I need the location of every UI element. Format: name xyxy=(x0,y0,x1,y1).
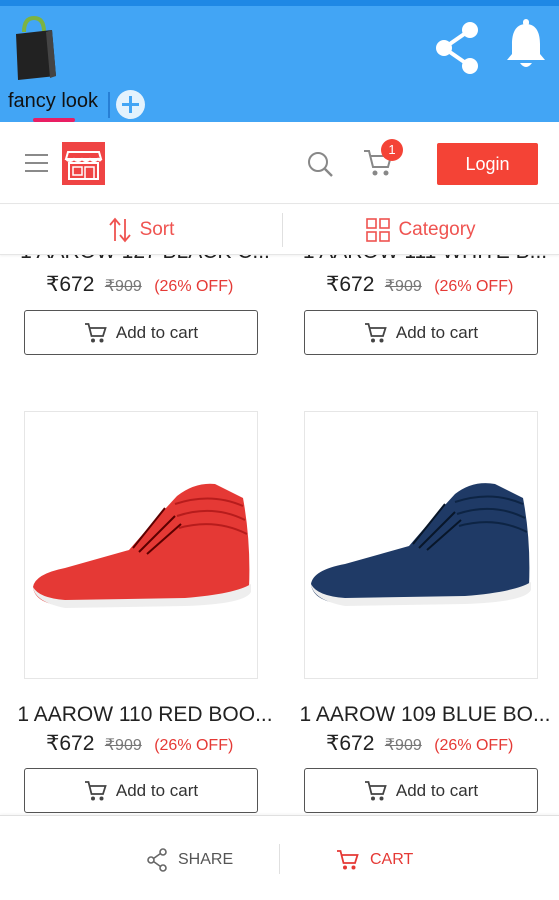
product-original-price: ₹909 xyxy=(384,278,422,295)
cart-button[interactable]: CART xyxy=(336,846,413,874)
product-card[interactable]: 1 AAROW 111 WHITE B... ₹672 ₹909 (26% OF… xyxy=(303,0,554,356)
add-to-cart-button[interactable]: Add to cart xyxy=(304,310,538,355)
product-discount: (26% OFF) xyxy=(154,278,234,295)
add-to-cart-label: Add to cart xyxy=(395,322,479,342)
share-icon xyxy=(147,848,167,872)
cart-icon xyxy=(364,780,387,800)
blue-boot-image xyxy=(311,483,531,606)
product-price: ₹672 xyxy=(46,273,95,296)
product-price: ₹672 xyxy=(326,273,375,296)
product-prices: ₹672 ₹909 (26% OFF) xyxy=(326,731,513,756)
add-to-cart-button[interactable]: Add to cart xyxy=(24,310,258,355)
product-image[interactable] xyxy=(304,411,538,679)
grid-icon xyxy=(366,218,391,242)
product-original-price: ₹909 xyxy=(104,278,142,295)
add-to-cart-label: Add to cart xyxy=(395,780,479,800)
sort-button[interactable]: Sort xyxy=(0,205,282,255)
product-discount: (26% OFF) xyxy=(434,278,514,295)
add-to-cart-label: Add to cart xyxy=(115,780,199,800)
red-boot-image xyxy=(33,483,251,608)
category-button[interactable]: Category xyxy=(283,205,559,255)
product-image[interactable] xyxy=(24,411,258,679)
product-card[interactable]: 1 AAROW 110 RED BOO... ₹672 ₹909 (26% OF… xyxy=(17,411,274,815)
product-original-price: ₹909 xyxy=(384,737,422,754)
product-name: 1 AAROW 109 BLUE BO... xyxy=(299,703,551,726)
sort-arrows-icon xyxy=(108,217,131,243)
product-prices: ₹672 ₹909 (26% OFF) xyxy=(46,272,233,297)
add-to-cart-label: Add to cart xyxy=(115,322,199,342)
cart-label: CART xyxy=(370,851,414,868)
add-to-cart-button[interactable]: Add to cart xyxy=(24,768,258,813)
cart-icon xyxy=(84,322,107,342)
cart-icon xyxy=(337,850,359,870)
share-label: SHARE xyxy=(178,851,234,868)
product-prices: ₹672 ₹909 (26% OFF) xyxy=(46,731,233,756)
bottom-bar-divider xyxy=(279,844,280,874)
product-name: 1 AAROW 110 RED BOO... xyxy=(17,703,273,726)
cart-icon xyxy=(364,322,387,342)
filter-bar: Sort Category xyxy=(0,205,559,255)
sort-label: Sort xyxy=(139,219,175,240)
product-price: ₹672 xyxy=(46,732,95,755)
product-card[interactable]: 1 AAROW 127 BLACK C... ₹672 ₹909 (26% OF… xyxy=(20,0,274,356)
product-price: ₹672 xyxy=(326,732,375,755)
cart-icon xyxy=(84,780,107,800)
bottom-bar: SHARE CART xyxy=(0,815,559,900)
product-discount: (26% OFF) xyxy=(434,737,514,754)
product-discount: (26% OFF) xyxy=(154,737,234,754)
product-card[interactable]: 1 AAROW 109 BLUE BO... ₹672 ₹909 (26% OF… xyxy=(300,411,554,815)
category-label: Category xyxy=(398,219,476,240)
product-original-price: ₹909 xyxy=(104,737,142,754)
add-to-cart-button[interactable]: Add to cart xyxy=(304,768,538,813)
share-button[interactable]: SHARE xyxy=(146,846,233,874)
product-prices: ₹672 ₹909 (26% OFF) xyxy=(326,272,513,297)
